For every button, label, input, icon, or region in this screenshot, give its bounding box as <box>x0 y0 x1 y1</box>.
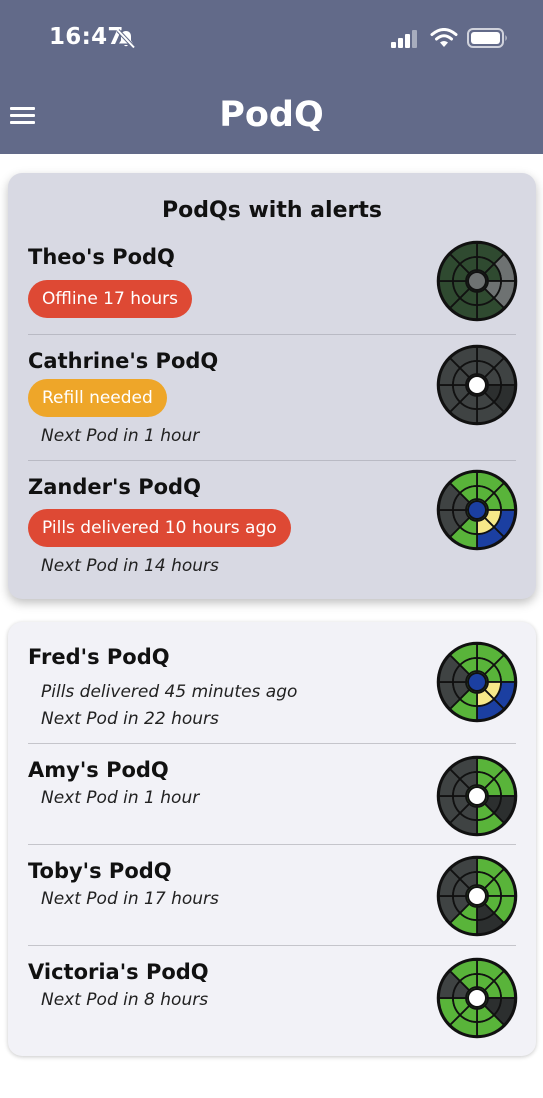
podq-name: Cathrine's PodQ <box>28 349 219 373</box>
podq-item-zander[interactable]: Zander's PodQ Pills delivered 10 hours a… <box>28 469 518 585</box>
podq-list-card: Fred's PodQ Pills delivered 45 minutes a… <box>8 622 536 1056</box>
pod-dial-icon <box>436 344 518 426</box>
next-pod-text: Next Pod in 22 hours <box>41 709 219 729</box>
status-badge: Pills delivered 10 hours ago <box>28 509 291 547</box>
wifi-icon <box>430 28 458 47</box>
next-pod-text: Next Pod in 17 hours <box>41 889 219 909</box>
divider <box>28 743 516 744</box>
next-pod-text: Next Pod in 8 hours <box>41 990 209 1010</box>
status-badge: Offline 17 hours <box>28 280 193 318</box>
delivered-text: Pills delivered 45 minutes ago <box>41 682 298 702</box>
next-pod-text: Next Pod in 1 hour <box>41 426 200 446</box>
podq-name: Amy's PodQ <box>28 758 169 782</box>
pod-dial-icon <box>436 240 518 322</box>
status-time: 16:47 <box>49 24 124 50</box>
bell-slash-icon <box>116 29 136 49</box>
podq-name: Theo's PodQ <box>28 245 175 269</box>
podq-name: Toby's PodQ <box>28 859 172 883</box>
podq-item-cathrine[interactable]: Cathrine's PodQ Refill needed Next Pod i… <box>28 344 518 459</box>
podq-item-toby[interactable]: Toby's PodQ Next Pod in 17 hours <box>28 855 518 949</box>
podq-name: Victoria's PodQ <box>28 960 209 984</box>
pod-dial-icon <box>436 469 518 551</box>
status-badge: Refill needed <box>28 379 167 417</box>
podq-name: Zander's PodQ <box>28 475 201 499</box>
pod-dial-icon <box>436 641 518 723</box>
battery-icon <box>467 28 507 48</box>
app-header: 16:47 PodQ <box>0 0 543 154</box>
alerts-title: PodQs with alerts <box>162 198 382 223</box>
cellular-signal-icon <box>391 30 417 48</box>
page-title: PodQ <box>219 95 324 135</box>
podq-name: Fred's PodQ <box>28 645 170 669</box>
podq-item-theo[interactable]: Theo's PodQ Offline 17 hours <box>28 240 518 335</box>
pod-dial-icon <box>436 855 518 937</box>
podq-item-fred[interactable]: Fred's PodQ Pills delivered 45 minutes a… <box>28 641 518 745</box>
pod-dial-icon <box>436 957 518 1039</box>
next-pod-text: Next Pod in 14 hours <box>41 556 219 576</box>
pod-dial-icon <box>436 755 518 837</box>
divider <box>28 945 516 946</box>
podq-item-amy[interactable]: Amy's PodQ Next Pod in 1 hour <box>28 755 518 848</box>
divider <box>28 844 516 845</box>
alerts-card: PodQs with alerts Theo's PodQ Offline 17… <box>8 173 536 599</box>
next-pod-text: Next Pod in 1 hour <box>41 788 200 808</box>
divider <box>28 334 516 335</box>
podq-item-victoria[interactable]: Victoria's PodQ Next Pod in 8 hours <box>28 957 518 1050</box>
divider <box>28 460 516 461</box>
